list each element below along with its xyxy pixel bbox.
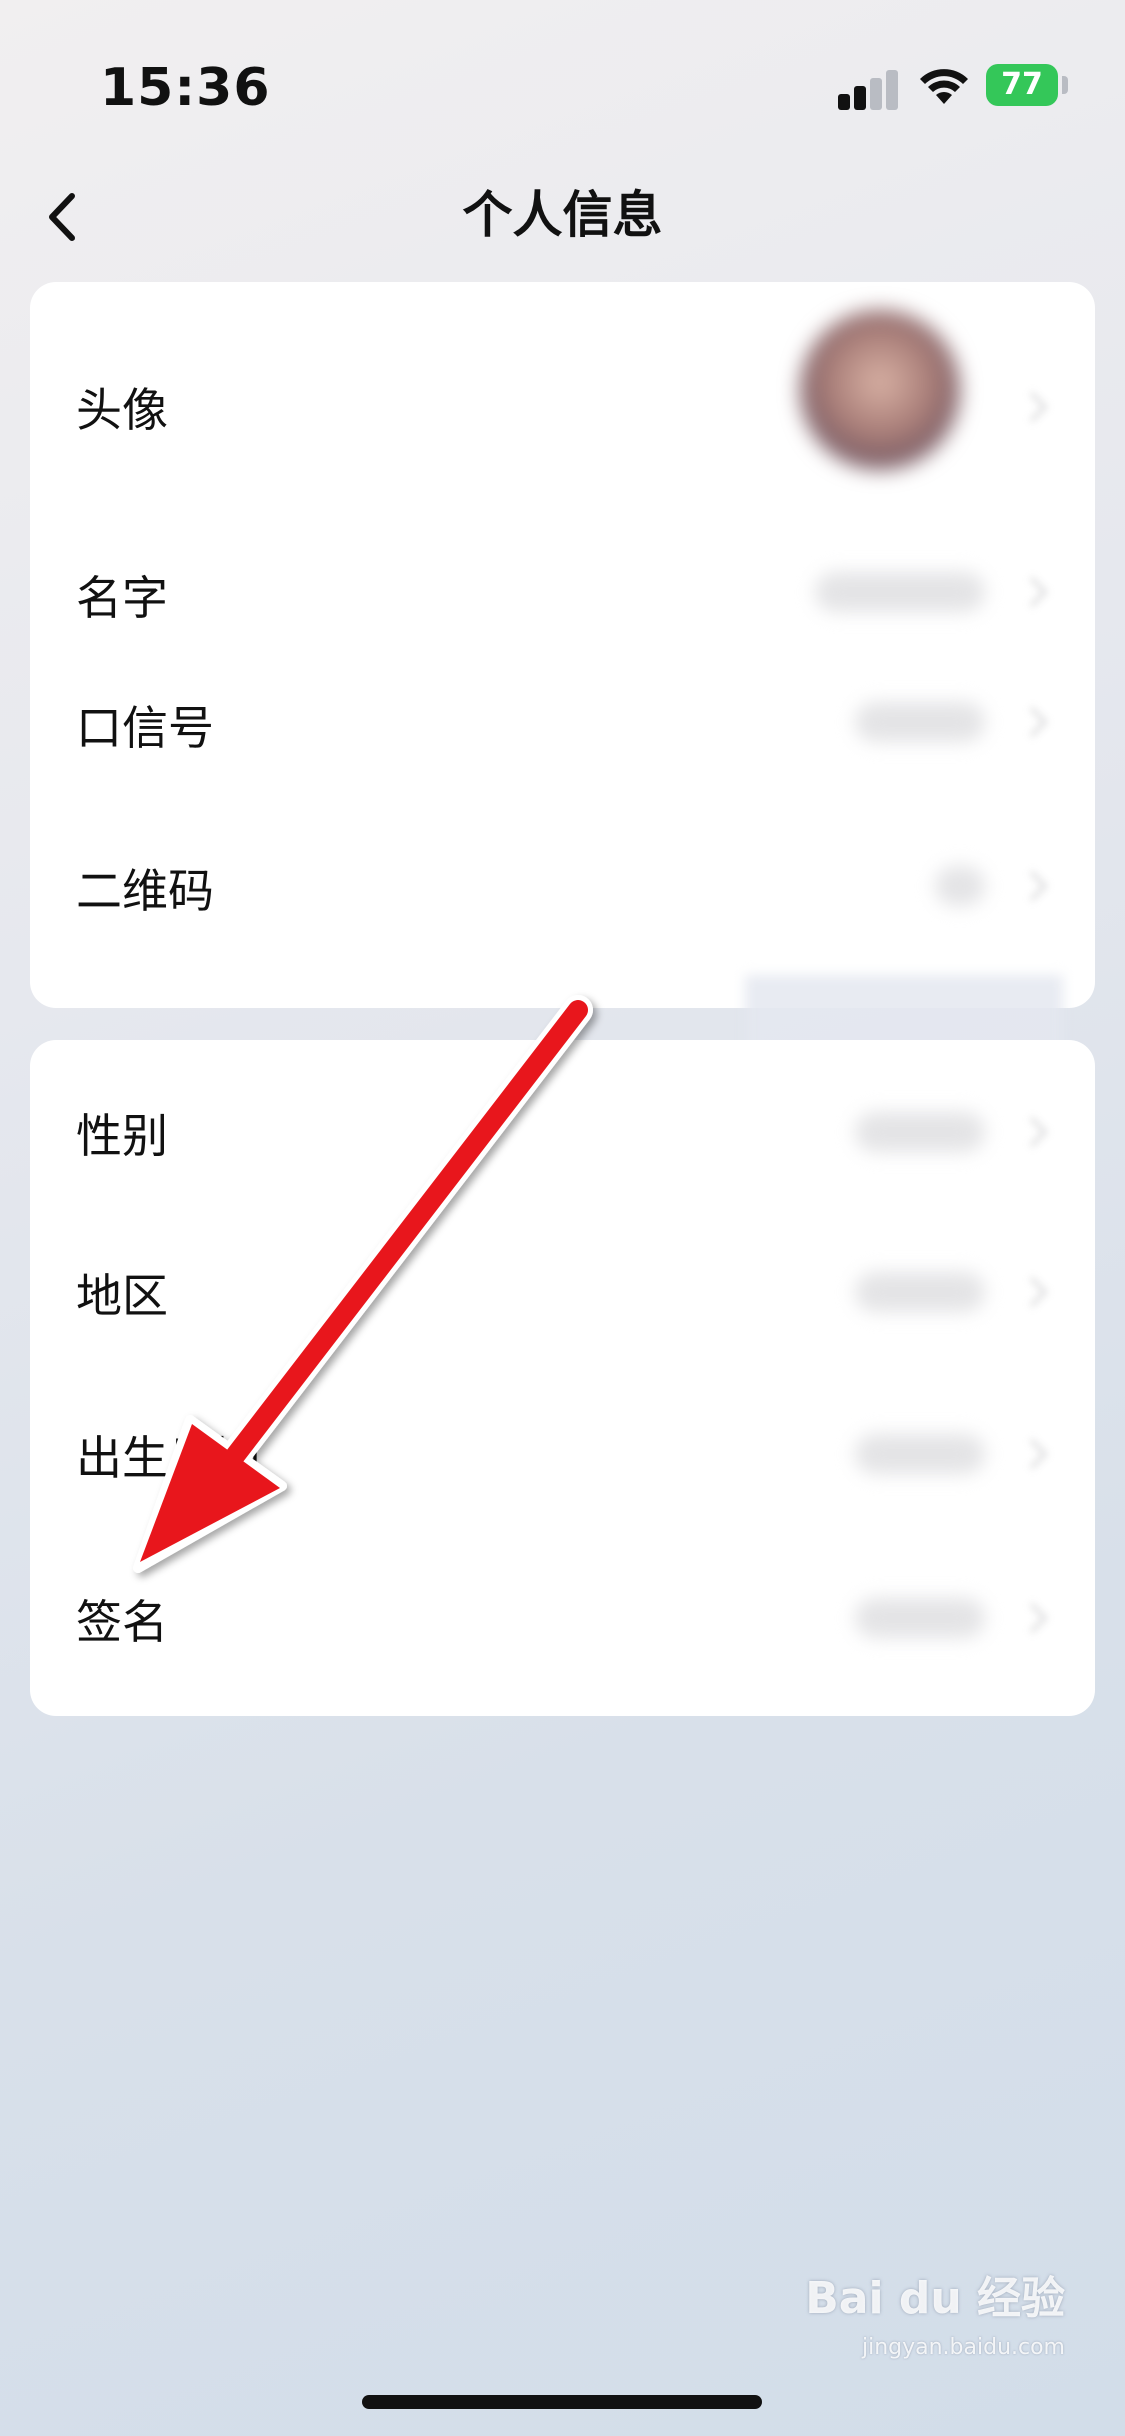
chevron-right-icon xyxy=(1029,391,1048,423)
chevron-right-icon xyxy=(1029,1276,1048,1308)
home-indicator[interactable] xyxy=(362,2395,762,2409)
status-bar: 15:36 77 xyxy=(0,0,1125,160)
row-account-id[interactable]: 口信号 xyxy=(30,662,1095,782)
watermark-logo: Bai du 经验 jingyan.baidu.com xyxy=(735,2236,1065,2360)
row-label-qr-code: 二维码 xyxy=(76,864,214,918)
chevron-right-icon xyxy=(1029,706,1048,738)
row-label-region: 地区 xyxy=(76,1269,168,1323)
status-time: 15:36 xyxy=(100,58,271,118)
chevron-right-icon xyxy=(1029,870,1048,902)
row-label-gender: 性别 xyxy=(76,1109,168,1163)
chevron-right-icon xyxy=(1029,1438,1048,1470)
battery-cap xyxy=(1062,76,1068,94)
row-label-birthday: 出生日期 xyxy=(76,1431,260,1485)
nav-bar: 个人信息 xyxy=(0,170,1125,260)
signal-icon xyxy=(838,68,898,110)
row-label-name: 名字 xyxy=(76,571,168,625)
chevron-right-icon xyxy=(1029,1602,1048,1634)
row-label-account-id: 口信号 xyxy=(76,701,214,755)
region-value xyxy=(855,1272,985,1312)
avatar xyxy=(800,310,960,470)
watermark-text: Bai du 经验 xyxy=(805,2273,1065,2324)
battery-level: 77 xyxy=(1001,67,1043,102)
profile-card-basic: 头像 名字 口信号 二维码 xyxy=(30,282,1095,1008)
row-label-avatar: 头像 xyxy=(76,383,168,437)
row-qr-code[interactable]: 二维码 xyxy=(30,822,1095,952)
row-birthday[interactable]: 出生日期 xyxy=(30,1360,1095,1510)
row-region[interactable]: 地区 xyxy=(30,1200,1095,1350)
watermark-url: jingyan.baidu.com xyxy=(861,2335,1065,2360)
row-gender[interactable]: 性别 xyxy=(30,1040,1095,1190)
page-title: 个人信息 xyxy=(462,186,663,244)
profile-card-details: 性别 地区 出生日期 签名 xyxy=(30,1040,1095,1716)
row-label-signature: 签名 xyxy=(76,1595,168,1649)
chevron-right-icon xyxy=(1029,1116,1048,1148)
wifi-icon xyxy=(920,69,968,104)
back-button[interactable] xyxy=(30,182,100,252)
row-avatar[interactable]: 头像 xyxy=(30,282,1095,532)
chevron-right-icon xyxy=(1029,576,1048,608)
row-signature[interactable]: 签名 xyxy=(30,1522,1095,1672)
name-value xyxy=(815,572,985,612)
row-name[interactable]: 名字 xyxy=(30,532,1095,652)
account-id-value xyxy=(855,702,985,742)
birthday-value xyxy=(855,1434,985,1474)
qr-code-icon xyxy=(935,866,985,906)
battery-icon: 77 xyxy=(986,64,1058,106)
gender-value xyxy=(855,1112,985,1152)
signature-value xyxy=(855,1598,985,1638)
